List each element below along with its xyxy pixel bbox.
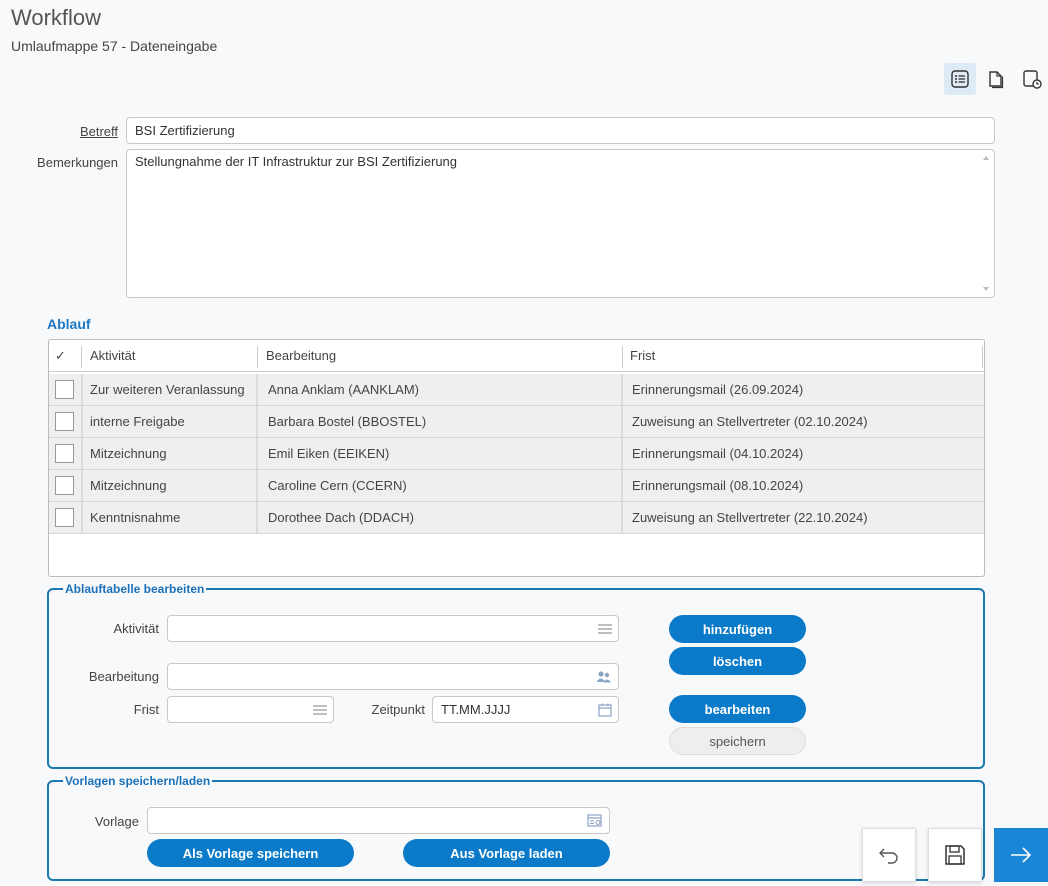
delete-button[interactable]: löschen [669, 647, 806, 675]
page-subtitle: Umlaufmappe 57 - Dateneingabe [11, 38, 218, 54]
calendar-icon[interactable] [598, 703, 612, 717]
table-row[interactable]: Mitzeichnung Emil Eiken (EEIKEN) Erinner… [49, 438, 984, 470]
row-processing: Emil Eiken (EEIKEN) [268, 446, 390, 461]
activity-label: Aktivität [113, 621, 159, 636]
list-view-icon [951, 70, 969, 88]
row-activity: Mitzeichnung [90, 478, 167, 493]
activity-input[interactable] [167, 615, 619, 642]
undo-button[interactable] [862, 828, 916, 882]
row-checkbox[interactable] [55, 412, 74, 431]
history-button[interactable] [1016, 63, 1048, 95]
row-activity: interne Freigabe [90, 414, 185, 429]
arrow-right-icon [1011, 847, 1032, 863]
deadline-input[interactable] [167, 696, 334, 723]
templates-legend: Vorlagen speichern/laden [65, 774, 211, 788]
row-deadline: Zuweisung an Stellvertreter (02.10.2024) [632, 414, 868, 429]
column-deadline[interactable]: Frist [630, 340, 655, 371]
row-activity: Kenntnisnahme [90, 510, 181, 525]
row-checkbox[interactable] [55, 444, 74, 463]
row-checkbox[interactable] [55, 508, 74, 527]
betreff-label: Betreff [79, 124, 118, 139]
table-header: ✓ Aktivität Bearbeitung Frist [49, 340, 984, 372]
scroll-down-icon[interactable] [982, 286, 990, 292]
undo-icon [879, 848, 898, 864]
document-icon [989, 71, 1004, 89]
page-title: Workflow [11, 5, 102, 30]
save-icon [945, 845, 965, 865]
load-template-button[interactable]: Aus Vorlage laden [403, 839, 610, 867]
column-activity[interactable]: Aktivität [90, 340, 136, 371]
edit-button[interactable]: bearbeiten [669, 695, 806, 723]
row-deadline: Zuweisung an Stellvertreter (22.10.2024) [632, 510, 868, 525]
users-icon[interactable] [596, 670, 612, 684]
bemerkungen-textarea[interactable]: Stellungnahme der IT Infrastruktur zur B… [126, 149, 995, 298]
deadline-label: Frist [133, 702, 159, 717]
bemerkungen-value: Stellungnahme der IT Infrastruktur zur B… [135, 154, 458, 169]
row-processing: Barbara Bostel (BBOSTEL) [268, 414, 427, 429]
bemerkungen-label: Bemerkungen [37, 155, 118, 170]
row-processing: Caroline Cern (CCERN) [268, 478, 407, 493]
row-checkbox[interactable] [55, 476, 74, 495]
edit-table-legend: Ablauftabelle bearbeiten [65, 582, 205, 596]
time-label: Zeitpunkt [371, 702, 425, 717]
table-row[interactable]: Kenntnisnahme Dorothee Dach (DDACH) Zuwe… [49, 502, 984, 534]
row-activity: Mitzeichnung [90, 446, 167, 461]
table-row[interactable]: Mitzeichnung Caroline Cern (CCERN) Erinn… [49, 470, 984, 502]
betreff-value: BSI Zertifizierung [135, 123, 235, 138]
template-browse-icon[interactable] [587, 813, 603, 828]
list-icon[interactable] [313, 704, 327, 715]
select-all-column[interactable]: ✓ [55, 340, 66, 371]
ablauf-section-title: Ablauf [47, 316, 91, 332]
template-label: Vorlage [94, 814, 139, 829]
table-row[interactable]: Zur weiteren Veranlassung Anna Anklam (A… [49, 374, 984, 406]
template-input[interactable] [147, 807, 610, 834]
next-button[interactable] [994, 828, 1048, 882]
save-row-button[interactable]: speichern [669, 727, 806, 755]
row-processing: Dorothee Dach (DDACH) [268, 510, 414, 525]
save-button[interactable] [928, 828, 982, 882]
row-processing: Anna Anklam (AANKLAM) [268, 382, 420, 397]
list-view-button[interactable] [944, 63, 976, 95]
processing-label: Bearbeitung [88, 669, 159, 684]
column-processing[interactable]: Bearbeitung [266, 340, 336, 371]
row-deadline: Erinnerungsmail (04.10.2024) [632, 446, 804, 461]
row-checkbox[interactable] [55, 380, 74, 399]
list-icon[interactable] [598, 623, 612, 634]
row-activity: Zur weiteren Veranlassung [90, 382, 245, 397]
scroll-up-icon[interactable] [982, 155, 990, 161]
row-deadline: Erinnerungsmail (08.10.2024) [632, 478, 804, 493]
table-row[interactable]: interne Freigabe Barbara Bostel (BBOSTEL… [49, 406, 984, 438]
add-button[interactable]: hinzufügen [669, 615, 806, 643]
time-placeholder: TT.MM.JJJJ [441, 702, 511, 717]
betreff-input[interactable]: BSI Zertifizierung [126, 117, 995, 144]
save-template-button[interactable]: Als Vorlage speichern [147, 839, 354, 867]
time-input[interactable]: TT.MM.JJJJ [432, 696, 619, 723]
document-clock-icon [1023, 70, 1042, 89]
document-button[interactable] [980, 63, 1012, 95]
row-deadline: Erinnerungsmail (26.09.2024) [632, 382, 804, 397]
processing-input[interactable] [167, 663, 619, 690]
ablauf-table: ✓ Aktivität Bearbeitung Frist Zur weiter… [48, 339, 985, 577]
